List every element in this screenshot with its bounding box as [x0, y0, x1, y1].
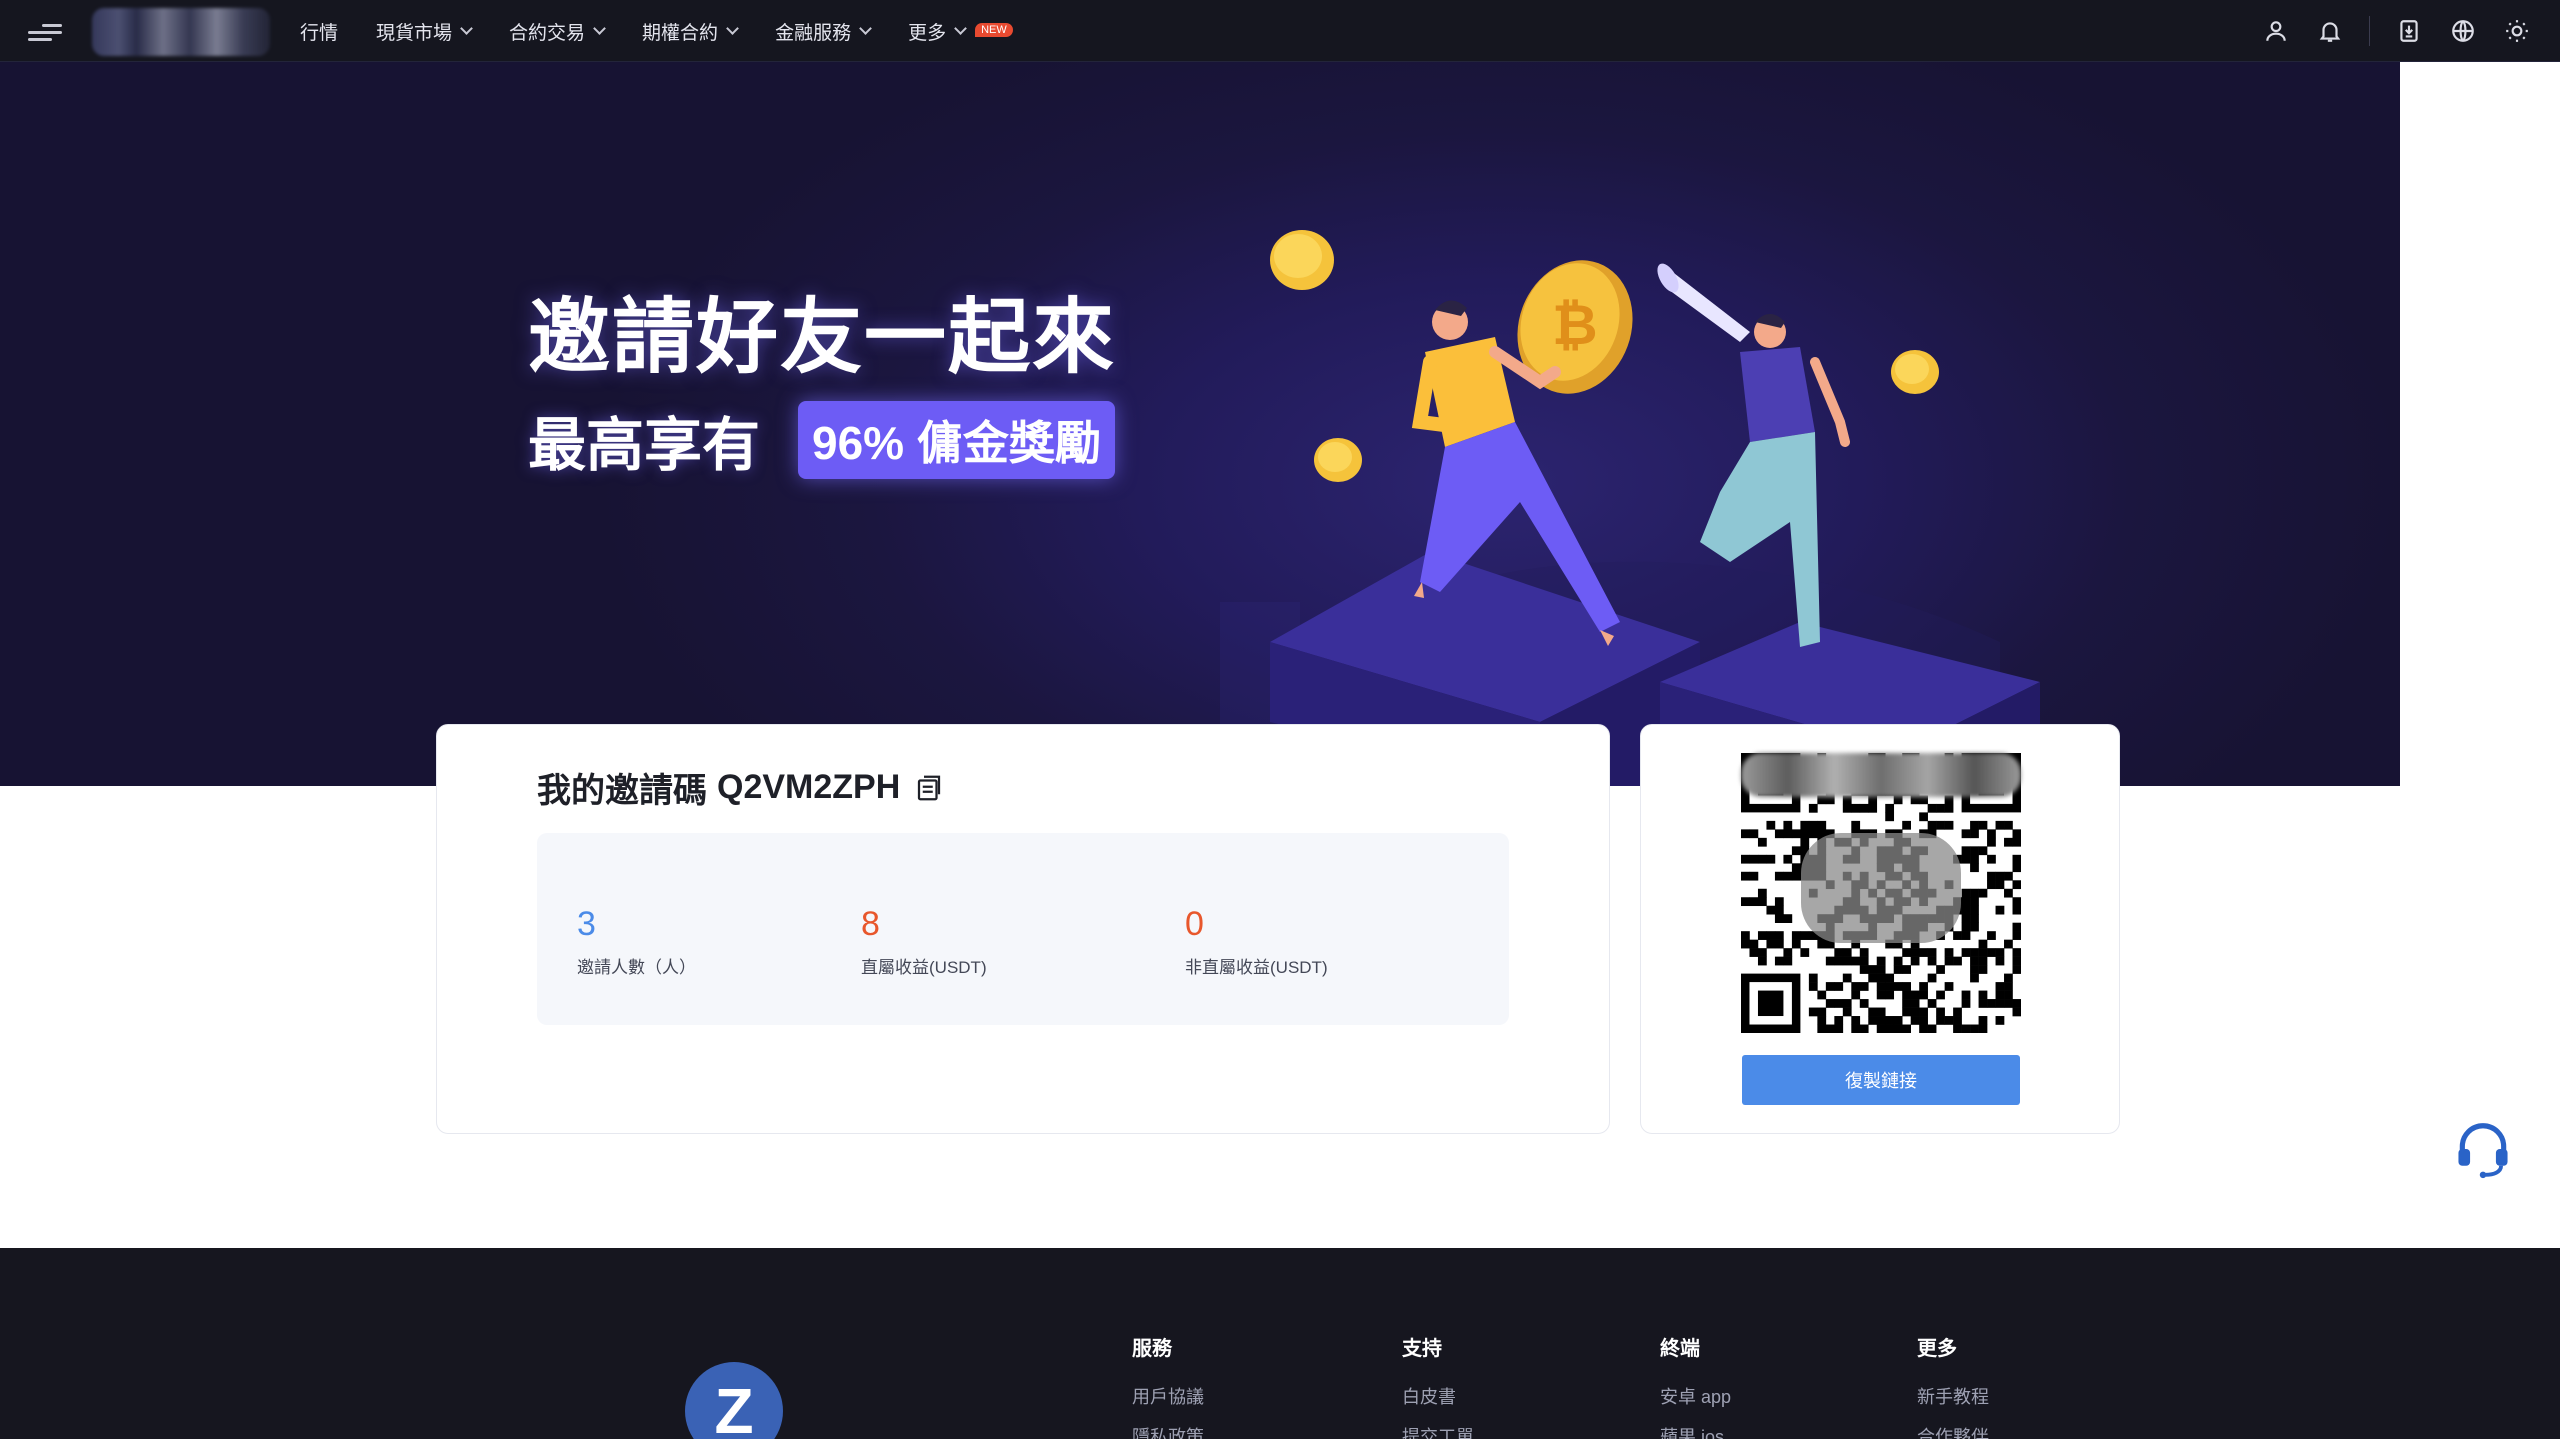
invite-code-value: Q2VM2ZPH — [717, 768, 901, 806]
invite-header: 我的邀請碼 Q2VM2ZPH — [537, 763, 944, 812]
nav-link-label: 更多 — [908, 22, 947, 44]
nav-link-label: 合約交易 — [509, 22, 586, 44]
hero-subtitle-lead: 最高享有 — [528, 413, 761, 478]
user-icon[interactable] — [2261, 16, 2291, 46]
nav-link-futures[interactable]: 合約交易 — [509, 18, 606, 45]
chevron-down-icon — [954, 21, 967, 35]
bitcoin-coin-icon: ₿ — [1517, 260, 1633, 394]
top-nav: 行情 現貨市場 合約交易 期權合約 金融服務 更多 NEW — [0, 0, 2560, 62]
new-badge: NEW — [975, 23, 1013, 37]
coin-icon — [1891, 350, 1939, 394]
copy-icon[interactable] — [914, 773, 944, 803]
hero-title: 邀請好友一起來 — [528, 292, 1117, 383]
chevron-down-icon — [460, 21, 473, 35]
stat-label: 直屬收益(USDT) — [861, 958, 987, 977]
bell-icon[interactable] — [2315, 16, 2345, 46]
svg-text:₿: ₿ — [1552, 293, 1598, 358]
logo[interactable] — [92, 8, 270, 56]
invite-code-label: 我的邀請碼 — [537, 772, 707, 810]
footer-link[interactable]: 提交工單 — [1402, 1423, 1474, 1439]
stat-invited: 3 邀請人數（人） — [577, 905, 696, 978]
headset-support-icon[interactable] — [2452, 1118, 2514, 1180]
footer: Z 服務 用戶協議 隱私政策 支持 白皮書 提交工單 終端 安卓 app 蘋果 … — [0, 1248, 2560, 1439]
invite-card: 我的邀請碼 Q2VM2ZPH 3 邀請人數（人） 8 直屬收益(USDT) 0 … — [436, 724, 1610, 1134]
nav-link-label: 期權合約 — [642, 22, 719, 44]
stat-indirect-earnings: 0 非直屬收益(USDT) — [1185, 905, 1328, 978]
stat-direct-earnings: 8 直屬收益(USDT) — [861, 905, 987, 978]
chevron-down-icon — [726, 21, 739, 35]
qr-card: 復製鏈接 — [1640, 724, 2120, 1134]
nav-link-spot[interactable]: 現貨市場 — [376, 18, 473, 45]
footer-link[interactable]: 安卓 app — [1660, 1383, 1731, 1409]
globe-icon[interactable] — [2448, 16, 2478, 46]
hero-illustration: ₿ — [1220, 230, 2040, 786]
coin-icon — [1314, 438, 1362, 482]
nav-link-options[interactable]: 期權合約 — [642, 18, 739, 45]
nav-link-label: 金融服務 — [775, 22, 852, 44]
stat-label: 非直屬收益(USDT) — [1185, 958, 1328, 977]
page: 行情 現貨市場 合約交易 期權合約 金融服務 更多 NEW 邀請好友一起來 最高… — [0, 0, 2560, 1439]
qr-code — [1741, 753, 2022, 1034]
footer-logo[interactable]: Z — [685, 1362, 783, 1439]
stat-label: 邀請人數（人） — [577, 958, 696, 977]
nav-link-more[interactable]: 更多 NEW — [908, 18, 1013, 45]
footer-logo-letter: Z — [714, 1375, 754, 1439]
qr-redacted-overlay — [1741, 753, 2021, 797]
stat-value: 3 — [577, 905, 596, 943]
footer-link[interactable]: 白皮書 — [1402, 1383, 1474, 1409]
nav-links: 行情 現貨市場 合約交易 期權合約 金融服務 更多 NEW — [300, 0, 1051, 62]
footer-link[interactable]: 新手教程 — [1917, 1383, 1989, 1409]
footer-heading: 終端 — [1660, 1338, 1700, 1360]
nav-link-label: 現貨市場 — [376, 22, 453, 44]
commission-badge: 96% 傭金獎勵 — [798, 401, 1115, 479]
chevron-down-icon — [593, 21, 606, 35]
nav-divider — [2369, 16, 2370, 46]
footer-heading: 服務 — [1132, 1338, 1172, 1360]
nav-link-market[interactable]: 行情 — [300, 18, 338, 45]
footer-link[interactable]: 蘋果 ios — [1660, 1423, 1731, 1439]
nav-link-finance[interactable]: 金融服務 — [775, 18, 872, 45]
menu-icon[interactable] — [28, 22, 64, 42]
sun-icon[interactable] — [2502, 16, 2532, 46]
copy-link-button[interactable]: 復製鏈接 — [1742, 1055, 2020, 1105]
footer-link[interactable]: 合作夥伴 — [1917, 1423, 1989, 1439]
coin-icon — [1270, 230, 1334, 290]
footer-heading: 支持 — [1402, 1338, 1442, 1360]
footer-column-terminal: 終端 安卓 app 蘋果 ios — [1660, 1332, 1731, 1439]
nav-right — [2237, 14, 2532, 48]
footer-link[interactable]: 隱私政策 — [1132, 1423, 1204, 1439]
hero-subtitle: 最高享有 96% 傭金獎勵 — [528, 398, 1115, 482]
chevron-down-icon — [859, 21, 872, 35]
footer-link[interactable]: 用戶協議 — [1132, 1383, 1204, 1409]
stat-value: 8 — [861, 905, 880, 943]
stat-value: 0 — [1185, 905, 1204, 943]
download-icon[interactable] — [2394, 16, 2424, 46]
footer-heading: 更多 — [1917, 1338, 1957, 1360]
footer-column-services: 服務 用戶協議 隱私政策 — [1132, 1332, 1204, 1439]
footer-column-more: 更多 新手教程 合作夥伴 — [1917, 1332, 1989, 1439]
footer-column-support: 支持 白皮書 提交工單 — [1402, 1332, 1474, 1439]
hero-banner: 邀請好友一起來 最高享有 96% 傭金獎勵 ₿ — [0, 62, 2400, 786]
stats-panel: 3 邀請人數（人） 8 直屬收益(USDT) 0 非直屬收益(USDT) — [537, 833, 1509, 1025]
nav-link-label: 行情 — [300, 22, 339, 44]
